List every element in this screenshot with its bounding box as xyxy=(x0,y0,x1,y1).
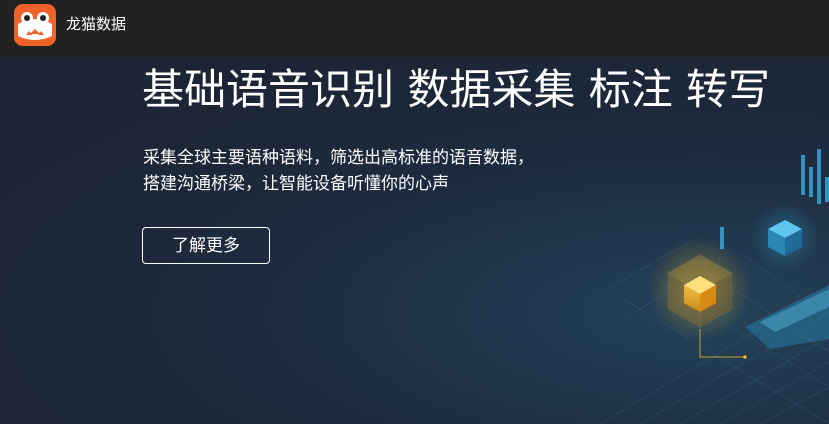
hero-description-line: 采集全球主要语种语料，筛选出高标准的语音数据， xyxy=(143,148,534,168)
hero-banner: 基础语音识别 数据采集 标注 转写 采集全球主要语种语料，筛选出高标准的语音数据… xyxy=(0,57,829,424)
top-navigation-bar: 龙猫数据 xyxy=(0,0,829,57)
hero-description-line: 搭建沟通桥梁，让智能设备听懂你的心声 xyxy=(143,174,449,194)
hero-description: 采集全球主要语种语料，筛选出高标准的语音数据， 搭建沟通桥梁，让智能设备听懂你的… xyxy=(143,145,534,197)
cat-face-icon xyxy=(14,4,56,46)
brand-name[interactable]: 龙猫数据 xyxy=(66,14,126,34)
hero-title: 基础语音识别 数据采集 标注 转写 xyxy=(142,65,771,114)
brand-logo-icon[interactable] xyxy=(14,4,56,46)
learn-more-button[interactable]: 了解更多 xyxy=(142,227,270,264)
